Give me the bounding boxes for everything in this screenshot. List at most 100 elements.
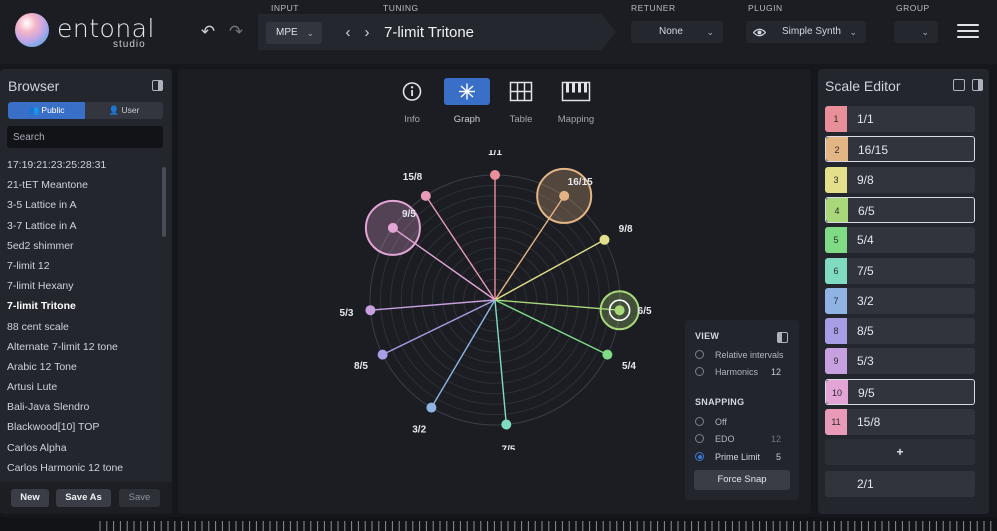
retuner-select[interactable]: None ⌄: [631, 21, 723, 43]
scale-row[interactable]: 11 15/8: [825, 409, 975, 435]
interval-dot[interactable]: [387, 222, 398, 233]
interval-dot[interactable]: [365, 305, 376, 316]
list-item-selected[interactable]: 7-limit Tritone: [0, 296, 164, 316]
interval-node[interactable]: 3/2: [412, 402, 437, 436]
list-item[interactable]: Carlos Harmonic 12 tone: [0, 458, 164, 477]
menu-icon[interactable]: [957, 24, 979, 40]
list-item[interactable]: 5ed2 shimmer: [0, 236, 164, 256]
keyboard-strip[interactable]: [0, 517, 997, 531]
interval-dot[interactable]: [490, 170, 500, 180]
collapse-panel-icon[interactable]: [972, 79, 983, 91]
list-item[interactable]: 21-tET Meantone: [0, 175, 164, 195]
plugin-select[interactable]: Simple Synth ⌄: [746, 21, 866, 43]
save-as-button[interactable]: Save As: [56, 489, 111, 507]
scale-row[interactable]: 3 9/8: [825, 166, 975, 193]
interval-dot[interactable]: [602, 349, 613, 360]
interval-node[interactable]: 9/8: [599, 224, 633, 245]
collapse-panel-icon[interactable]: [777, 332, 788, 343]
interval-node[interactable]: 16/15: [536, 167, 593, 224]
scale-row[interactable]: 8 8/5: [825, 318, 975, 345]
scale-row-ratio[interactable]: 5/4: [857, 227, 874, 253]
add-step-button[interactable]: +: [825, 439, 975, 465]
group-select[interactable]: ⌄: [894, 21, 938, 43]
tab-info[interactable]: Info: [388, 78, 436, 126]
scale-row-ratio[interactable]: 3/2: [857, 288, 874, 314]
scale-row-ratio[interactable]: 9/8: [857, 167, 874, 193]
scale-row-ratio[interactable]: 16/15: [858, 137, 888, 163]
undo-icon[interactable]: ↶: [199, 23, 217, 41]
list-item[interactable]: Artusi Lute: [0, 377, 164, 397]
interval-node[interactable]: 5/4: [602, 349, 636, 373]
list-item[interactable]: 7-limit 12: [0, 256, 164, 276]
scale-row[interactable]: 2 16/15: [825, 136, 975, 163]
snap-prime-limit-option[interactable]: Prime Limit 5: [695, 451, 791, 463]
tuning-graph[interactable]: 1/1 16/15 9/8 6/5 5/4 7/5 3/2 8/5 5/3 9/5 15/8: [330, 150, 660, 450]
search-input[interactable]: [7, 126, 163, 148]
list-item[interactable]: Blackwood[10] TOP: [0, 417, 164, 437]
interval-dot[interactable]: [614, 305, 625, 316]
scale-row[interactable]: 4 6/5: [825, 196, 975, 224]
eye-icon[interactable]: [753, 28, 766, 37]
new-button[interactable]: New: [11, 489, 49, 507]
snap-off-option[interactable]: Off: [695, 416, 791, 428]
list-item[interactable]: 3-7 Lattice in A: [0, 216, 164, 236]
edo-value[interactable]: 12: [771, 433, 781, 445]
tuning-name[interactable]: 7-limit Tritone: [384, 23, 474, 43]
interval-dot[interactable]: [377, 349, 388, 360]
list-item[interactable]: 88 cent scale: [0, 317, 164, 337]
scale-row[interactable]: 5 5/4: [825, 227, 975, 254]
browser-scrollbar[interactable]: [162, 167, 166, 237]
redo-icon[interactable]: ↷: [227, 23, 245, 41]
next-tuning-icon[interactable]: ›: [360, 22, 374, 44]
list-item[interactable]: Alternate 7-limit 12 tone: [0, 337, 164, 357]
tab-public[interactable]: 👥 Public: [8, 102, 85, 119]
scale-row-ratio[interactable]: 7/5: [857, 258, 874, 284]
scale-row-ratio[interactable]: 5/3: [857, 348, 874, 374]
prime-limit-value[interactable]: 5: [776, 451, 781, 463]
scale-row-ratio[interactable]: 15/8: [857, 409, 880, 435]
interval-dot[interactable]: [426, 402, 437, 413]
relative-intervals-option[interactable]: Relative intervals: [695, 349, 791, 361]
radio-icon: [695, 350, 704, 359]
list-item[interactable]: Bali-Java Slendro: [0, 397, 164, 417]
previous-tuning-icon[interactable]: ‹: [341, 22, 355, 44]
scale-row[interactable]: 10 9/5: [825, 378, 975, 406]
scale-row-ratio[interactable]: 6/5: [858, 198, 875, 224]
export-icon[interactable]: [953, 79, 965, 91]
interval-node[interactable]: 9/5: [364, 199, 421, 256]
input-select[interactable]: MPE ⌄: [266, 22, 322, 44]
harmonics-value[interactable]: 12: [771, 366, 781, 378]
scale-row-ratio[interactable]: 8/5: [857, 318, 874, 344]
period-ratio[interactable]: 2/1: [857, 471, 874, 497]
interval-node[interactable]: 6/5: [599, 290, 652, 331]
interval-dot[interactable]: [599, 234, 610, 245]
harmonics-option[interactable]: Harmonics 12: [695, 366, 791, 378]
snap-edo-option[interactable]: EDO 12: [695, 433, 791, 445]
list-item[interactable]: 7-limit Hexany: [0, 276, 164, 296]
interval-dot[interactable]: [559, 190, 570, 201]
tab-user[interactable]: 👤 User: [85, 102, 163, 119]
list-item[interactable]: 17:19:21:23:25:28:31: [0, 155, 164, 175]
scale-editor-title: Scale Editor: [825, 78, 901, 94]
collapse-panel-icon[interactable]: [152, 80, 163, 91]
period-row[interactable]: 2/1: [825, 471, 975, 497]
tab-table[interactable]: Table: [497, 78, 545, 126]
scale-row[interactable]: 1 1/1: [825, 106, 975, 132]
scale-row[interactable]: 9 5/3: [825, 348, 975, 375]
list-item[interactable]: Arabic 12 Tone: [0, 357, 164, 377]
interval-dot[interactable]: [501, 419, 512, 430]
scale-row-ratio[interactable]: 9/5: [858, 380, 875, 406]
force-snap-button[interactable]: Force Snap: [694, 470, 790, 490]
interval-node[interactable]: 8/5: [354, 349, 388, 373]
interval-dot[interactable]: [420, 190, 431, 201]
scale-row-ratio[interactable]: 1/1: [857, 106, 874, 132]
interval-node[interactable]: 5/3: [340, 305, 376, 319]
interval-node[interactable]: 15/8: [403, 172, 431, 201]
list-item[interactable]: 3-5 Lattice in A: [0, 195, 164, 215]
tab-graph[interactable]: Graph: [443, 78, 491, 126]
scale-row[interactable]: 6 7/5: [825, 257, 975, 284]
tab-mapping[interactable]: Mapping: [552, 78, 600, 126]
save-button[interactable]: Save: [119, 489, 160, 507]
list-item[interactable]: Carlos Alpha: [0, 438, 164, 458]
scale-row[interactable]: 7 3/2: [825, 287, 975, 314]
